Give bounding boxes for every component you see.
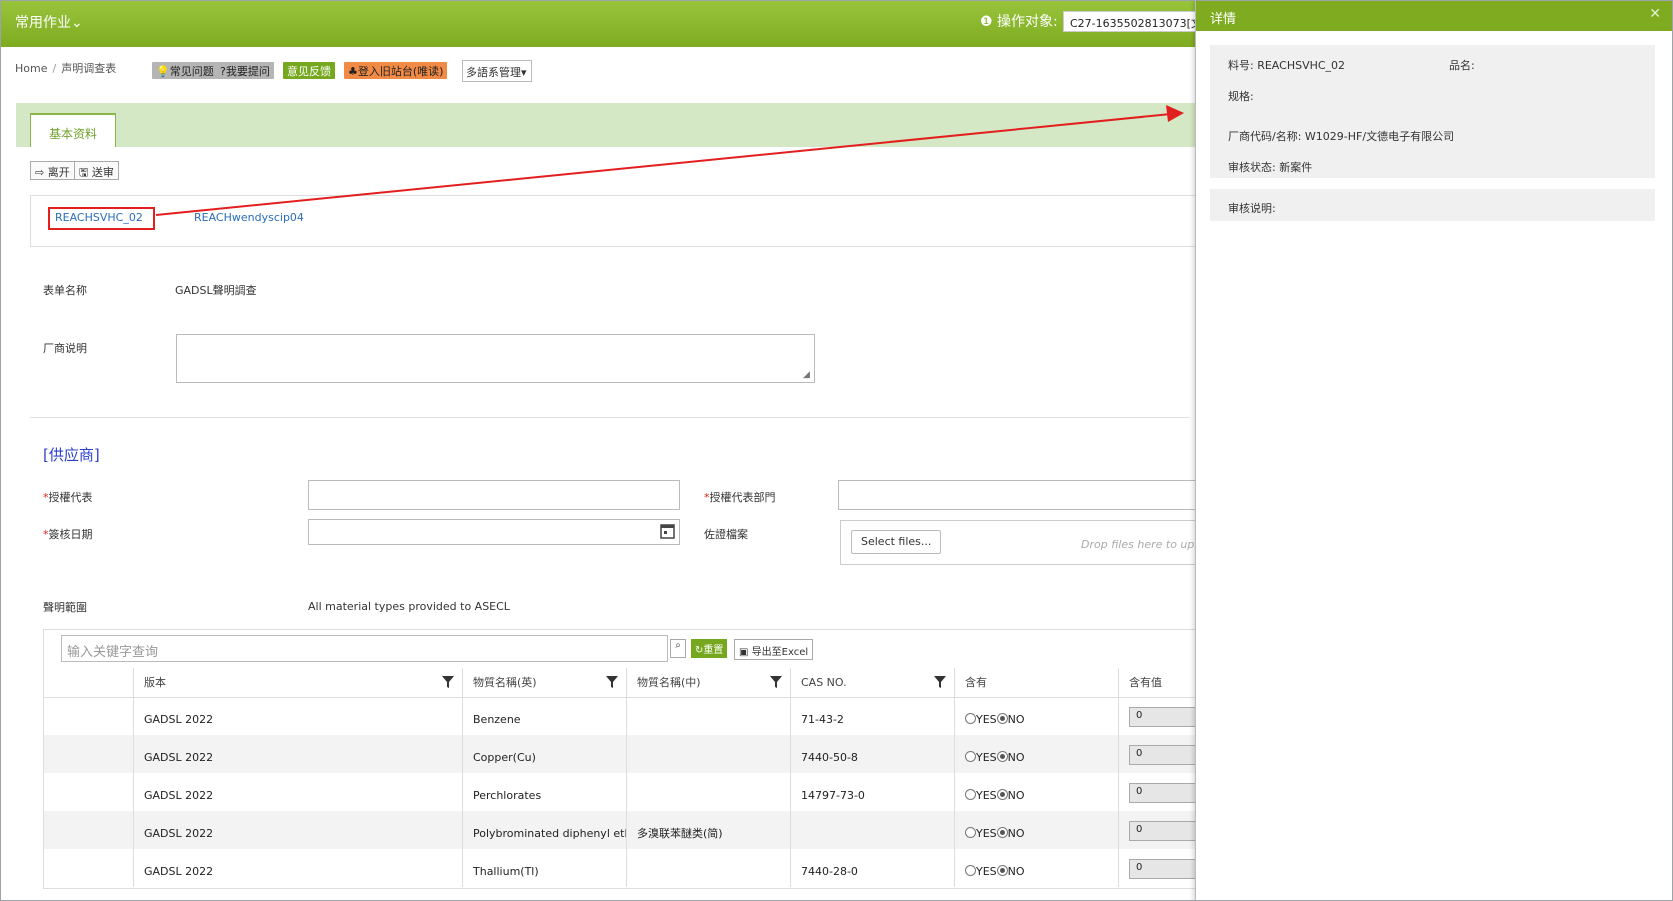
detail-panel: 详情 ✕ 料号: REACHSVHC_02 品名: 规格: 厂商代码/名称: W… <box>1195 1 1672 900</box>
spec-field: 规格: <box>1228 90 1254 103</box>
name-field: 品名: <box>1449 59 1475 72</box>
app-frame: 常用作业⌄ ❶ 操作对象: C27-1635502813073[文德 Home /… <box>0 0 1673 901</box>
review-note-box <box>1210 189 1655 221</box>
close-icon[interactable]: ✕ <box>1649 6 1661 22</box>
vendor-field: 厂商代码/名称: W1029-HF/文德电子有限公司 <box>1228 130 1455 143</box>
review-note-label: 审核说明: <box>1228 202 1276 215</box>
detail-panel-title: 详情 <box>1210 12 1237 27</box>
part-no-field: 料号: REACHSVHC_02 <box>1228 59 1346 72</box>
status-field: 审核状态: 新案件 <box>1228 161 1313 174</box>
detail-panel-header: 详情 ✕ <box>1196 1 1672 31</box>
